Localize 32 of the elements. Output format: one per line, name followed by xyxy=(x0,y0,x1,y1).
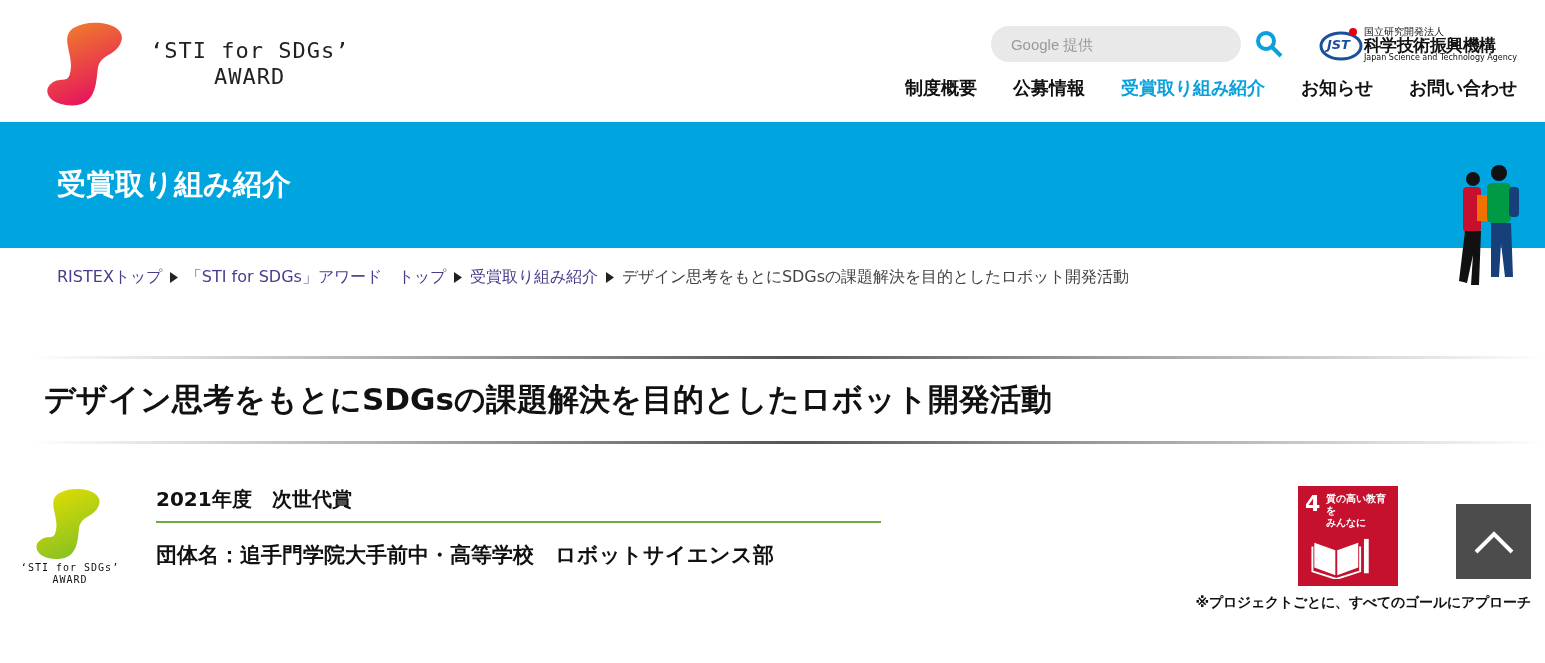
goal-number: 4 xyxy=(1305,493,1321,518)
search-icon[interactable] xyxy=(1254,30,1283,58)
breadcrumb-link[interactable]: 受賞取り組み紹介 xyxy=(469,266,598,288)
nav-link[interactable]: お問い合わせ xyxy=(1409,76,1517,100)
chevron-up-icon xyxy=(1473,529,1514,554)
separator-icon xyxy=(605,271,614,283)
page-title: デザイン思考をもとにSDGsの課題解決を目的としたロボット開発活動 xyxy=(44,380,1053,419)
organization-english-name: Japan Science and Technology Agency xyxy=(1363,53,1517,62)
banner-title: 受賞取り組み紹介 xyxy=(57,166,291,203)
separator-icon xyxy=(169,271,178,283)
back-to-top-button[interactable] xyxy=(1456,504,1531,579)
logo-text: AWARD xyxy=(214,64,286,91)
breadcrumb-current-page: デザイン思考をもとにSDGsの課題解決を目的としたロボット開発活動 xyxy=(621,266,1130,288)
breadcrumb-link[interactable]: RISTEXトップ xyxy=(57,266,162,288)
organization-mark: JST xyxy=(1326,36,1350,52)
sdg-note: ※プロジェクトごとに、すべてのゴールにアプローチ xyxy=(1195,594,1531,612)
separator-icon xyxy=(453,271,462,283)
award-logo-text: AWARD xyxy=(52,574,88,586)
nav-link[interactable]: お知らせ xyxy=(1301,76,1373,100)
organization-type: 国立研究開発法人 xyxy=(1363,26,1445,37)
group-name: 団体名：追手門学院大手前中・高等学校 ロボットサイエンス部 xyxy=(156,542,775,569)
goal-label: みんなに xyxy=(1326,517,1368,529)
search-field[interactable]: Google 提供 xyxy=(990,26,1241,62)
award-logo-text: ‘STI for SDGs’ xyxy=(20,562,120,574)
organization-logo-icon xyxy=(1318,27,1365,61)
goal-label: 質の高い教育を xyxy=(1326,493,1388,517)
nav-link[interactable]: 制度概要 xyxy=(905,76,977,100)
logo-text: ‘STI for SDGs’ xyxy=(150,37,350,64)
organization-name: 科学技術振興機構 xyxy=(1363,36,1496,54)
nav-link[interactable]: 公募情報 xyxy=(1013,76,1085,100)
award-category: 2021年度 次世代賞 xyxy=(156,486,881,523)
breadcrumb-link[interactable]: 「STI for SDGs」アワード トップ xyxy=(185,266,446,288)
